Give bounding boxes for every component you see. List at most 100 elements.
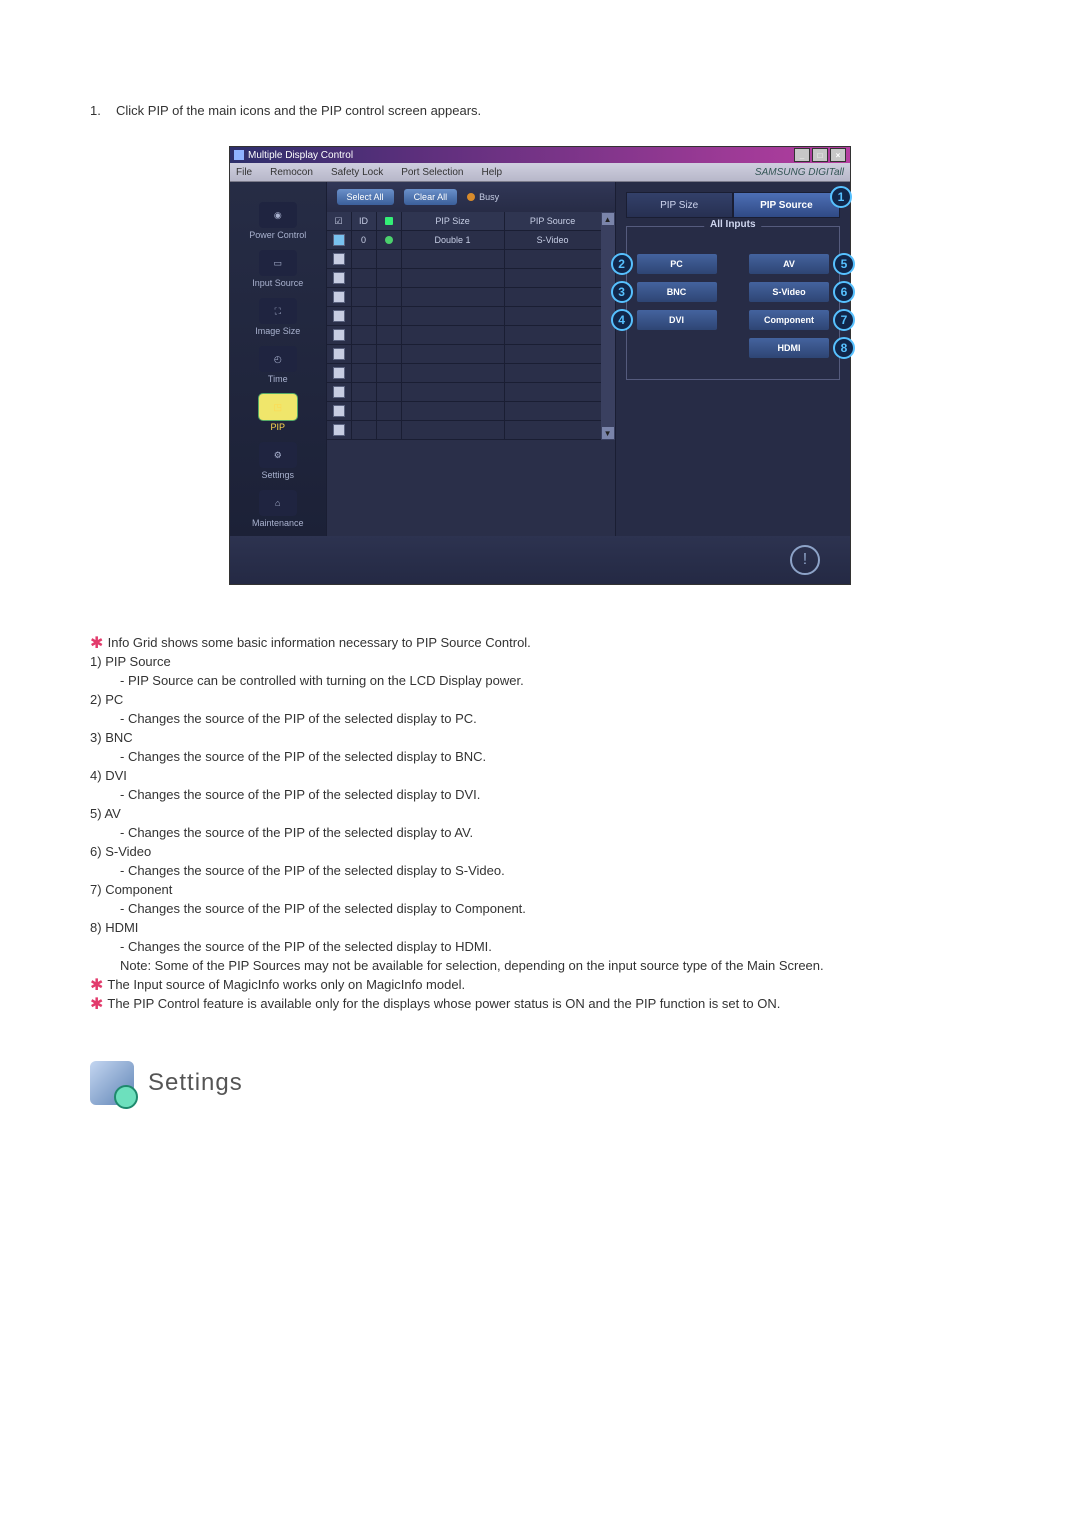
all-inputs-group: All Inputs 2PC AV5 3BNC S-Video6 4DVI Co… bbox=[626, 226, 840, 380]
tab-pip-size[interactable]: PIP Size bbox=[626, 192, 733, 218]
col-check[interactable]: ☑ bbox=[327, 212, 352, 230]
input-pc-button[interactable]: PC bbox=[637, 254, 717, 274]
time-icon: ◴ bbox=[259, 346, 297, 372]
section-title: Settings bbox=[148, 1069, 243, 1097]
callout-6: 6 bbox=[833, 281, 855, 303]
intro-text: 1.Click PIP of the main icons and the PI… bbox=[90, 103, 990, 118]
callout-8: 8 bbox=[833, 337, 855, 359]
callout-3: 3 bbox=[611, 281, 633, 303]
row-checkbox[interactable] bbox=[333, 253, 345, 265]
row-checkbox[interactable] bbox=[333, 405, 345, 417]
scroll-up-icon[interactable]: ▲ bbox=[602, 213, 614, 225]
maintenance-icon: ⌂ bbox=[259, 490, 297, 516]
app-icon bbox=[234, 150, 244, 160]
row-checkbox[interactable] bbox=[333, 310, 345, 322]
all-inputs-legend: All Inputs bbox=[704, 219, 762, 230]
table-row[interactable]: 0 Double 1 S-Video bbox=[327, 231, 601, 250]
pip-icon: ◳ bbox=[259, 394, 297, 420]
table-row[interactable] bbox=[327, 288, 601, 307]
row-checkbox[interactable] bbox=[333, 424, 345, 436]
minimize-button[interactable]: _ bbox=[794, 148, 810, 162]
select-all-button[interactable]: Select All bbox=[337, 189, 394, 205]
input-bnc-button[interactable]: BNC bbox=[637, 282, 717, 302]
settings-icon: ⚙ bbox=[259, 442, 297, 468]
sidebar-item-maintenance[interactable]: ⌂Maintenance bbox=[230, 490, 326, 528]
row-checkbox[interactable] bbox=[333, 291, 345, 303]
row-pip-source: S-Video bbox=[505, 231, 601, 249]
row-pip-size: Double 1 bbox=[402, 231, 505, 249]
row-checkbox[interactable] bbox=[333, 329, 345, 341]
col-pip-size[interactable]: PIP Size bbox=[402, 212, 505, 230]
statusbar: ! bbox=[230, 536, 850, 584]
input-svideo-button[interactable]: S-Video bbox=[749, 282, 829, 302]
sidebar-item-power-control[interactable]: ◉Power Control bbox=[230, 202, 326, 240]
scroll-down-icon[interactable]: ▼ bbox=[602, 427, 614, 439]
table-row[interactable] bbox=[327, 364, 601, 383]
sidebar-item-time[interactable]: ◴Time bbox=[230, 346, 326, 384]
sidebar-item-settings[interactable]: ⚙Settings bbox=[230, 442, 326, 480]
callout-1: 1 bbox=[830, 186, 852, 208]
control-panel: PIP Size PIP Source 1 All Inputs 2PC AV5… bbox=[616, 182, 850, 536]
sidebar: ◉Power Control ▭Input Source ⛶Image Size… bbox=[230, 182, 326, 536]
table-row[interactable] bbox=[327, 269, 601, 288]
info-icon[interactable]: ! bbox=[790, 545, 820, 575]
table-row[interactable] bbox=[327, 383, 601, 402]
table-row[interactable] bbox=[327, 421, 601, 440]
note-text: Note: Some of the PIP Sources may not be… bbox=[90, 958, 990, 973]
sidebar-item-input-source[interactable]: ▭Input Source bbox=[230, 250, 326, 288]
callout-2: 2 bbox=[611, 253, 633, 275]
settings-section-icon bbox=[90, 1061, 134, 1105]
input-dvi-button[interactable]: DVI bbox=[637, 310, 717, 330]
table-header: ☑ ID PIP Size PIP Source bbox=[327, 212, 601, 231]
image-size-icon: ⛶ bbox=[259, 298, 297, 324]
app-window: Multiple Display Control _ □ × File Remo… bbox=[229, 146, 851, 585]
input-icon: ▭ bbox=[259, 250, 297, 276]
clear-all-button[interactable]: Clear All bbox=[404, 189, 458, 205]
window-title: Multiple Display Control bbox=[248, 150, 353, 161]
input-av-button[interactable]: AV bbox=[749, 254, 829, 274]
section-heading: Settings bbox=[90, 1061, 990, 1105]
menu-port-selection[interactable]: Port Selection bbox=[401, 167, 463, 178]
menubar: File Remocon Safety Lock Port Selection … bbox=[230, 163, 850, 182]
table-row[interactable] bbox=[327, 307, 601, 326]
busy-indicator: Busy bbox=[467, 192, 499, 202]
titlebar[interactable]: Multiple Display Control _ □ × bbox=[230, 147, 850, 163]
description: ✱ Info Grid shows some basic information… bbox=[90, 635, 990, 1011]
col-status[interactable] bbox=[377, 212, 402, 230]
table-row[interactable] bbox=[327, 345, 601, 364]
callout-4: 4 bbox=[611, 309, 633, 331]
brand-logo: SAMSUNG DIGITall bbox=[755, 167, 844, 178]
row-checkbox[interactable] bbox=[333, 386, 345, 398]
star-icon: ✱ bbox=[90, 979, 104, 992]
star-icon: ✱ bbox=[90, 637, 104, 650]
row-id: 0 bbox=[352, 231, 377, 249]
row-checkbox[interactable] bbox=[333, 367, 345, 379]
sidebar-item-image-size[interactable]: ⛶Image Size bbox=[230, 298, 326, 336]
power-icon: ◉ bbox=[259, 202, 297, 228]
menu-remocon[interactable]: Remocon bbox=[270, 167, 313, 178]
maximize-button[interactable]: □ bbox=[812, 148, 828, 162]
row-checkbox[interactable] bbox=[333, 234, 345, 246]
busy-dot-icon bbox=[467, 193, 475, 201]
col-pip-source[interactable]: PIP Source bbox=[505, 212, 601, 230]
sidebar-item-pip[interactable]: ◳PIP bbox=[230, 394, 326, 432]
col-id[interactable]: ID bbox=[352, 212, 377, 230]
status-dot-icon bbox=[385, 236, 393, 244]
row-checkbox[interactable] bbox=[333, 348, 345, 360]
input-component-button[interactable]: Component bbox=[749, 310, 829, 330]
table-row[interactable] bbox=[327, 326, 601, 345]
display-table: ☑ ID PIP Size PIP Source 0 Double 1 S-Vi… bbox=[327, 212, 601, 440]
menu-safety-lock[interactable]: Safety Lock bbox=[331, 167, 383, 178]
tab-pip-source[interactable]: PIP Source bbox=[733, 192, 840, 218]
input-hdmi-button[interactable]: HDMI bbox=[749, 338, 829, 358]
main-panel: Select All Clear All Busy ☑ ID PIP Size … bbox=[326, 182, 616, 536]
row-checkbox[interactable] bbox=[333, 272, 345, 284]
close-button[interactable]: × bbox=[830, 148, 846, 162]
menu-file[interactable]: File bbox=[236, 167, 252, 178]
table-row[interactable] bbox=[327, 250, 601, 269]
star-icon: ✱ bbox=[90, 998, 104, 1011]
callout-5: 5 bbox=[833, 253, 855, 275]
table-row[interactable] bbox=[327, 402, 601, 421]
menu-help[interactable]: Help bbox=[481, 167, 502, 178]
callout-7: 7 bbox=[833, 309, 855, 331]
